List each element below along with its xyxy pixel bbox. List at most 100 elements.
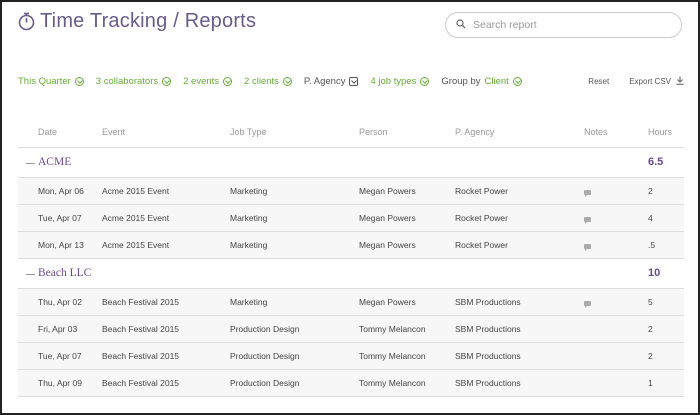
filter-group-by-value: Client: [484, 75, 509, 87]
group-by-label: Group by: [441, 75, 481, 87]
search-input[interactable]: [473, 19, 653, 31]
cell-person: Tommy Melancon: [359, 324, 426, 334]
download-icon: [671, 76, 684, 87]
cell-date: Mon, Apr 13: [38, 240, 84, 250]
table-row[interactable]: Tue, Apr 07 Acme 2015 Event Marketing Me…: [18, 205, 684, 232]
cell-job-type: Marketing: [230, 240, 268, 250]
filter-job-types[interactable]: 4 job types: [370, 75, 430, 87]
collapse-icon[interactable]: [26, 163, 35, 164]
filter-agency-label: P. Agency: [303, 75, 346, 87]
cell-date: Thu, Apr 09: [38, 378, 82, 388]
filter-events[interactable]: 2 events: [183, 75, 233, 87]
cell-event: Acme 2015 Event: [102, 186, 170, 196]
collapse-icon[interactable]: [26, 274, 35, 275]
cell-hours: 2: [648, 351, 653, 361]
group-total-hours: 6.5: [648, 156, 664, 168]
export-csv-button[interactable]: Export CSV: [629, 76, 684, 87]
reset-button[interactable]: Reset: [588, 77, 609, 86]
chevron-down-icon: [512, 76, 522, 86]
stopwatch-icon: [18, 12, 35, 31]
cell-event: Beach Festival 2015: [102, 324, 180, 334]
filter-job-types-label: 4 job types: [370, 75, 417, 87]
cell-person: Megan Powers: [359, 297, 416, 307]
table-row[interactable]: Thu, Apr 02 Beach Festival 2015 Marketin…: [18, 289, 684, 316]
filter-quarter-label: This Quarter: [18, 75, 71, 87]
group-name: Beach LLC: [38, 267, 92, 279]
note-icon[interactable]: [584, 214, 591, 224]
header: Time Tracking / Reports: [18, 10, 682, 40]
note-icon[interactable]: [584, 298, 591, 308]
chevron-down-icon: [420, 76, 430, 86]
cell-job-type: Marketing: [230, 297, 268, 307]
filter-clients-label: 2 clients: [244, 75, 279, 87]
cell-event: Beach Festival 2015: [102, 351, 180, 361]
table-row[interactable]: Mon, Apr 06 Acme 2015 Event Marketing Me…: [18, 178, 684, 205]
app-frame: Time Tracking / Reports This Quarter 3 c…: [0, 0, 700, 415]
cell-event: Acme 2015 Event: [102, 240, 170, 250]
cell-date: Tue, Apr 07: [38, 213, 82, 223]
export-csv-label: Export CSV: [629, 76, 671, 86]
cell-agency: Rocket Power: [455, 186, 508, 196]
column-header-date[interactable]: Date: [38, 127, 57, 137]
note-icon[interactable]: [584, 241, 591, 251]
filter-group-by[interactable]: Client: [484, 75, 522, 87]
table-row[interactable]: Tue, Apr 07 Beach Festival 2015 Producti…: [18, 343, 684, 370]
cell-person: Megan Powers: [359, 186, 416, 196]
cell-date: Mon, Apr 06: [38, 186, 84, 196]
table-row[interactable]: Mon, Apr 13 Acme 2015 Event Marketing Me…: [18, 232, 684, 259]
cell-event: Beach Festival 2015: [102, 378, 180, 388]
group-header-beach-llc[interactable]: Beach LLC 10: [18, 259, 684, 289]
cell-job-type: Production Design: [230, 324, 300, 334]
column-header-hours[interactable]: Hours: [648, 127, 672, 137]
cell-person: Tommy Melancon: [359, 351, 426, 361]
filter-events-label: 2 events: [183, 75, 220, 87]
cell-date: Fri, Apr 03: [38, 324, 78, 334]
column-header-person[interactable]: Person: [359, 127, 388, 137]
page-title: Time Tracking / Reports: [18, 10, 256, 33]
cell-person: Megan Powers: [359, 240, 416, 250]
table-row[interactable]: Fri, Apr 03 Beach Festival 2015 Producti…: [18, 316, 684, 343]
cell-job-type: Marketing: [230, 186, 268, 196]
cell-event: Acme 2015 Event: [102, 213, 170, 223]
chevron-down-icon: [162, 76, 172, 86]
cell-hours: .5: [648, 240, 656, 250]
filter-clients[interactable]: 2 clients: [244, 76, 292, 87]
chevron-down-icon: [74, 76, 84, 86]
chevron-down-icon: [223, 76, 233, 86]
cell-hours: 4: [648, 213, 653, 223]
group-total-hours: 10: [648, 267, 661, 279]
cell-job-type: Production Design: [230, 351, 300, 361]
filter-quarter[interactable]: This Quarter: [18, 76, 84, 87]
column-header-notes[interactable]: Notes: [584, 127, 608, 137]
cell-hours: 5: [648, 297, 653, 307]
filter-collaborators-label: 3 collaborators: [95, 75, 159, 87]
table-row[interactable]: Thu, Apr 09 Beach Festival 2015 Producti…: [18, 370, 684, 397]
column-header-agency[interactable]: P. Agency: [455, 127, 494, 137]
group-name: ACME: [38, 156, 72, 168]
cell-hours: 1: [648, 378, 653, 388]
cell-hours: 2: [648, 186, 653, 196]
cell-agency: Rocket Power: [455, 240, 508, 250]
cell-agency: SBM Productions: [455, 297, 521, 307]
cell-event: Beach Festival 2015: [102, 297, 180, 307]
search-icon: [456, 16, 466, 34]
filter-collaborators[interactable]: 3 collaborators: [95, 75, 172, 87]
page-title-text: Time Tracking / Reports: [40, 10, 257, 32]
column-header-event[interactable]: Event: [102, 127, 125, 137]
cell-person: Megan Powers: [359, 213, 416, 223]
cell-agency: Rocket Power: [455, 213, 508, 223]
cell-agency: SBM Productions: [455, 324, 521, 334]
filter-agency[interactable]: P. Agency: [304, 76, 359, 87]
cell-hours: 2: [648, 324, 653, 334]
report-actions: Reset Export CSV: [588, 76, 684, 87]
filter-bar: This Quarter 3 collaborators 2 events 2 …: [18, 74, 684, 88]
chevron-down-icon: [349, 76, 359, 86]
search-box[interactable]: [445, 12, 682, 38]
cell-job-type: Production Design: [230, 378, 300, 388]
table-header: Date Event Job Type Person P. Agency Not…: [18, 120, 684, 148]
column-header-job-type[interactable]: Job Type: [230, 127, 266, 137]
report-table: Date Event Job Type Person P. Agency Not…: [18, 120, 684, 397]
cell-job-type: Marketing: [230, 213, 268, 223]
note-icon[interactable]: [584, 187, 591, 197]
group-header-acme[interactable]: ACME 6.5: [18, 148, 684, 178]
